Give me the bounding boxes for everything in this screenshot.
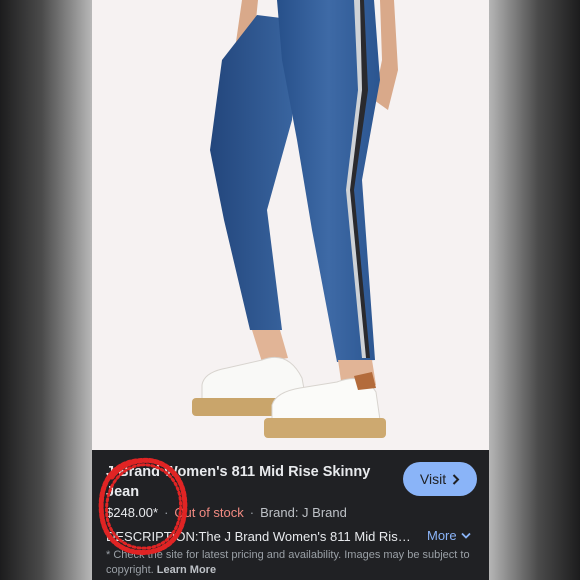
product-info-panel: J Brand Women's 811 Mid Rise Skinny Jean… (92, 450, 489, 580)
visit-button[interactable]: Visit (403, 462, 477, 496)
product-title[interactable]: J Brand Women's 811 Mid Rise Skinny Jean (106, 462, 386, 502)
more-label: More (427, 528, 457, 543)
blurred-background-right (488, 0, 580, 580)
blurred-background-left (0, 0, 92, 580)
disclaimer: * Check the site for latest pricing and … (106, 548, 476, 578)
brand: Brand: J Brand (260, 505, 347, 520)
stock-status: Out of stock (174, 505, 244, 520)
learn-more-link[interactable]: Learn More (157, 564, 216, 576)
price: $248.00* (106, 505, 159, 520)
separator-dot: · (249, 505, 255, 520)
visit-button-label: Visit (419, 471, 447, 487)
chevron-right-icon (452, 473, 460, 485)
chevron-down-icon (460, 532, 471, 539)
more-button[interactable]: More (427, 528, 471, 543)
product-card: J Brand Women's 811 Mid Rise Skinny Jean… (92, 0, 489, 580)
jeans-photo (192, 0, 398, 438)
separator-dot: · (164, 505, 169, 520)
price-line: $248.00* · Out of stock · Brand: J Brand (106, 505, 347, 520)
product-description: DESCRIPTION:The J Brand Women's 811 Mid … (106, 529, 416, 544)
product-image (92, 0, 489, 450)
